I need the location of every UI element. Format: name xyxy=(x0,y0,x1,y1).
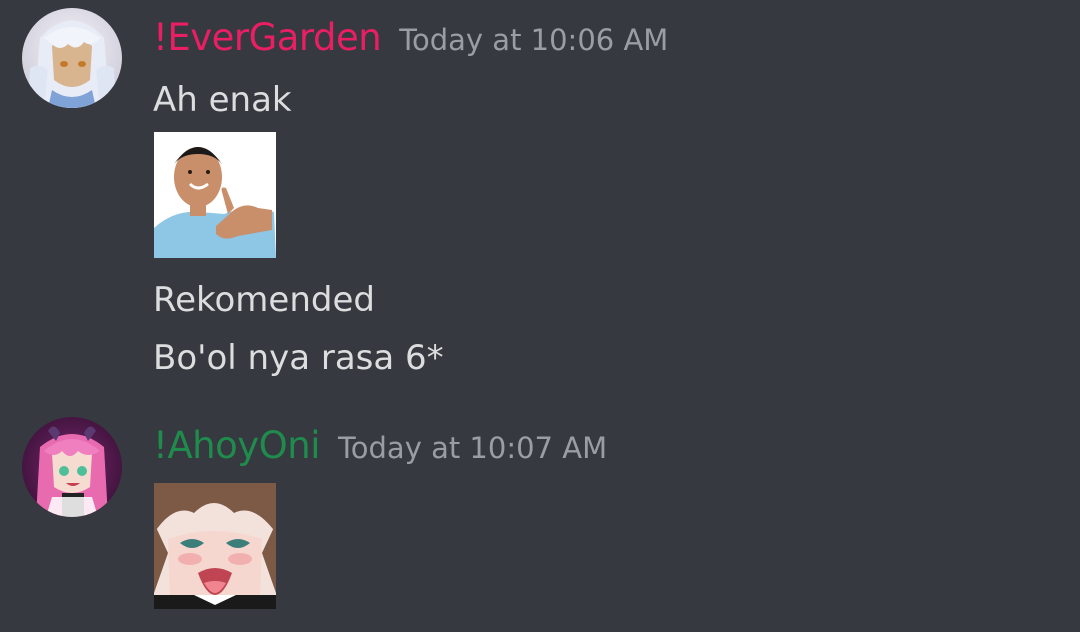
avatar[interactable] xyxy=(22,8,122,108)
message-text: Rekomended xyxy=(153,280,375,320)
avatar[interactable] xyxy=(22,417,122,517)
message-text: Ah enak xyxy=(153,80,292,120)
timestamp[interactable]: Today at 10:06 AM xyxy=(399,23,668,57)
chat-messages: !EverGarden Today at 10:06 AM Ah enak Re… xyxy=(0,0,1080,632)
message-header: !AhoyOni Today at 10:07 AM xyxy=(153,424,607,474)
avatar-ahoyoni-image xyxy=(22,417,122,517)
avatar-evergarden-image xyxy=(22,8,122,108)
anime-girl-sticker-image xyxy=(154,483,276,609)
username[interactable]: !AhoyOni xyxy=(153,424,320,467)
timestamp[interactable]: Today at 10:07 AM xyxy=(338,431,607,465)
username[interactable]: !EverGarden xyxy=(153,16,382,59)
message-image-attachment[interactable] xyxy=(154,132,276,258)
message-header: !EverGarden Today at 10:06 AM xyxy=(153,16,668,66)
message-image-attachment[interactable] xyxy=(154,483,276,609)
message-text: Bo'ol nya rasa 6* xyxy=(153,338,444,378)
thumbs-up-man-image xyxy=(154,132,276,258)
